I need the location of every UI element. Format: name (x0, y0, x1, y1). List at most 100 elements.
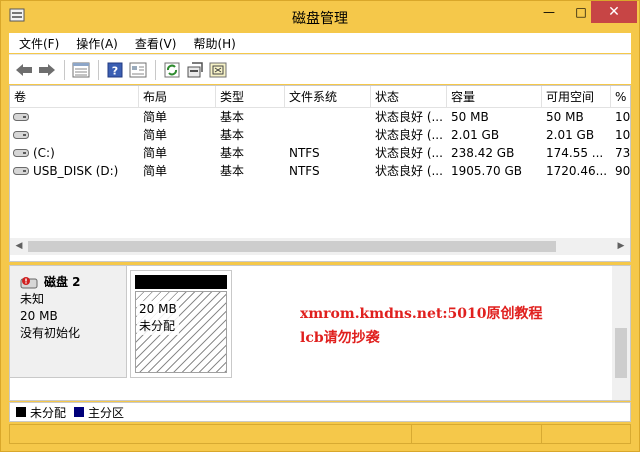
disk-kind: 未知 (20, 292, 45, 306)
type-cell: 基本 (220, 164, 245, 178)
rescan-icon[interactable] (207, 59, 229, 81)
horizontal-scrollbar-thumb[interactable] (28, 241, 556, 252)
layout-cell: 简单 (143, 128, 168, 142)
capacity-cell: 238.42 GB (451, 146, 515, 160)
column-header-capacity[interactable]: 容量 (447, 86, 542, 108)
toolbar-separator (64, 59, 65, 80)
free-space-cell: 2.01 GB (546, 128, 595, 142)
vertical-scrollbar-thumb[interactable] (615, 328, 627, 378)
status-cell: 状态良好 (... (375, 128, 443, 142)
volume-cell: (C:) (10, 144, 139, 162)
disk-name: 磁盘 2 (44, 275, 81, 289)
drive-icon (13, 167, 29, 175)
scroll-right-arrow-icon[interactable]: ▶ (614, 240, 628, 253)
disk-graphical-view: 磁盘 2 未知 20 MB 没有初始化 20 MB 未分配 xmrom.kmdn… (9, 265, 631, 401)
column-header-status[interactable]: 状态 (371, 86, 447, 108)
filesystem-cell: NTFS (289, 164, 320, 178)
layout-cell: 简单 (143, 164, 168, 178)
disk-management-window: 磁盘管理 — □ ✕ 文件(F) 操作(A) 查看(V) 帮助(H) ? 卷 布… (0, 0, 640, 452)
unallocated-partition[interactable]: 20 MB 未分配 (135, 275, 227, 373)
column-header-free-space[interactable]: 可用空间 (542, 86, 611, 108)
free-space-cell: 1720.46... (546, 164, 608, 178)
drive-icon (13, 131, 29, 139)
status-cell: 状态良好 (... (375, 146, 443, 160)
partition-text: 20 MB 未分配 (137, 301, 179, 335)
percent-free-cell: 90 (615, 164, 631, 178)
close-button[interactable]: ✕ (591, 1, 637, 23)
status-segment (541, 424, 631, 444)
partition-label: 未分配 (139, 319, 176, 333)
toolbar: ? (9, 54, 631, 84)
table-row[interactable]: USB_DISK (D:) 简单 基本 NTFS 状态良好 (... 1905.… (10, 162, 631, 180)
volume-cell (10, 108, 139, 126)
menu-bar: 文件(F) 操作(A) 查看(V) 帮助(H) (9, 33, 631, 53)
layout-cell: 简单 (143, 146, 168, 160)
legend-swatch-unallocated (16, 407, 26, 417)
minimize-button[interactable]: — (533, 1, 565, 23)
table-row[interactable]: 简单 基本 状态良好 (... 2.01 GB 2.01 GB 10 (10, 126, 631, 144)
free-space-cell: 174.55 ... (546, 146, 604, 160)
column-header-layout[interactable]: 布局 (139, 86, 216, 108)
scroll-left-arrow-icon[interactable]: ◀ (12, 240, 26, 253)
watermark-line-1: xmrom.kmdns.net:5010原创教程 (300, 306, 543, 322)
partition-header-bar (135, 275, 227, 289)
volume-list-header: 卷 布局 类型 文件系统 状态 容量 可用空间 % (10, 86, 630, 108)
watermark-line-2: lcb请勿抄袭 (300, 330, 380, 346)
settings-icon[interactable] (184, 59, 206, 81)
status-cell: 状态良好 (... (375, 164, 443, 178)
layout-cell: 简单 (143, 110, 168, 124)
menu-file[interactable]: 文件(F) (19, 35, 59, 52)
legend-label-primary: 主分区 (88, 405, 125, 420)
status-bar (9, 424, 631, 444)
volume-name: USB_DISK (D:) (33, 164, 119, 178)
table-row[interactable]: 简单 基本 状态良好 (... 50 MB 50 MB 10 (10, 108, 631, 126)
capacity-cell: 1905.70 GB (451, 164, 522, 178)
watermark-text: xmrom.kmdns.net:5010原创教程 lcb请勿抄袭 (300, 302, 542, 350)
column-header-percent-free[interactable]: % (611, 86, 630, 108)
capacity-cell: 50 MB (451, 110, 489, 124)
title-bar[interactable]: 磁盘管理 — □ ✕ (1, 1, 639, 31)
filesystem-cell: NTFS (289, 146, 320, 160)
percent-free-cell: 10 (615, 128, 631, 142)
drive-icon (13, 113, 29, 121)
capacity-cell: 2.01 GB (451, 128, 500, 142)
filesystem-cell (285, 126, 371, 144)
partition-box[interactable]: 20 MB 未分配 (130, 270, 232, 378)
table-row[interactable]: (C:) 简单 基本 NTFS 状态良好 (... 238.42 GB 174.… (10, 144, 630, 162)
type-cell: 基本 (220, 110, 245, 124)
column-header-type[interactable]: 类型 (216, 86, 285, 108)
legend-label-unallocated: 未分配 (30, 405, 67, 420)
legend-swatch-primary (74, 407, 85, 417)
menu-action[interactable]: 操作(A) (76, 35, 118, 52)
legend: 未分配 主分区 (9, 402, 631, 422)
column-header-filesystem[interactable]: 文件系统 (285, 86, 371, 108)
svg-text:?: ? (112, 64, 118, 77)
refresh-icon[interactable] (161, 59, 183, 81)
status-cell: 状态良好 (... (375, 110, 443, 124)
menu-view[interactable]: 查看(V) (135, 35, 177, 52)
disk-2-label[interactable]: 磁盘 2 未知 20 MB 没有初始化 (10, 266, 127, 378)
vertical-scrollbar[interactable] (612, 266, 630, 400)
disk-name-row: 磁盘 2 (20, 274, 126, 291)
volume-cell: USB_DISK (D:) (10, 162, 139, 180)
volume-cell (10, 126, 139, 144)
type-cell: 基本 (220, 146, 245, 160)
back-icon[interactable] (13, 59, 35, 81)
help-icon[interactable]: ? (104, 59, 126, 81)
filesystem-cell (285, 108, 371, 126)
menu-help[interactable]: 帮助(H) (193, 35, 235, 52)
type-cell: 基本 (220, 128, 245, 142)
free-space-cell: 50 MB (546, 110, 584, 124)
column-header-volume[interactable]: 卷 (10, 86, 139, 108)
properties-icon[interactable] (127, 59, 149, 81)
forward-icon[interactable] (36, 59, 58, 81)
volume-list-icon[interactable] (70, 59, 92, 81)
percent-free-cell: 10 (615, 110, 631, 124)
horizontal-scrollbar[interactable]: ◀ ▶ (10, 238, 630, 255)
toolbar-separator (155, 59, 156, 80)
volume-list: 卷 布局 类型 文件系统 状态 容量 可用空间 % 简单 基本 状态良好 (..… (9, 85, 631, 262)
volume-name: (C:) (33, 146, 55, 160)
disk-size: 20 MB (20, 309, 58, 323)
disk-state: 没有初始化 (20, 326, 81, 340)
status-segment (411, 424, 541, 444)
